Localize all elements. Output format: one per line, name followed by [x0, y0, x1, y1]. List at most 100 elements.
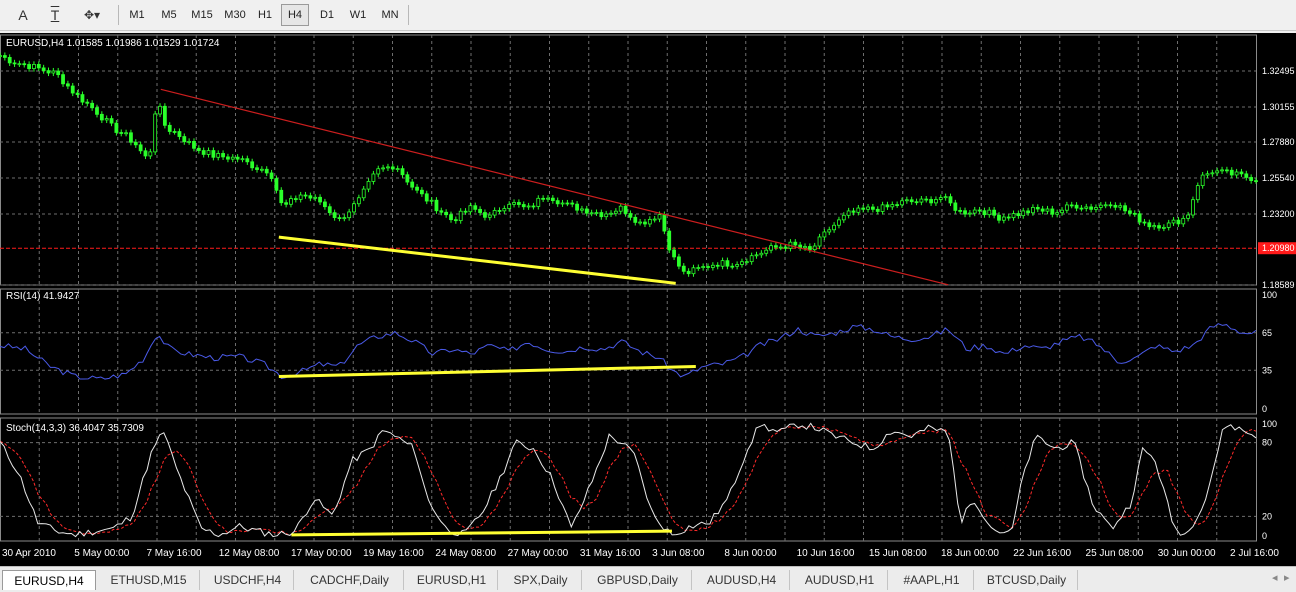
timeframe-h1-button[interactable]: H1 [252, 4, 278, 26]
tab-aapl-h1[interactable]: #AAPL,H1 [890, 570, 974, 590]
timeframe-d1-button[interactable]: D1 [313, 4, 341, 26]
candle-body [1157, 225, 1161, 229]
candle-body [934, 199, 938, 204]
candle-body [1200, 174, 1205, 187]
tab-gbpusd-daily[interactable]: GBPUSD,Daily [584, 570, 692, 590]
time-tick-label: 15 Jun 08:00 [869, 548, 927, 559]
candle-body [415, 186, 419, 191]
time-tick-label: 8 Jun 00:00 [724, 548, 777, 559]
time-tick-label: 2 Jul 16:00 [1230, 548, 1279, 559]
tab-audusd-h4[interactable]: AUDUSD,H4 [694, 570, 790, 590]
toolbar-separator [408, 5, 409, 25]
candle-body [1205, 173, 1210, 176]
candle-body [192, 141, 196, 149]
timeframe-m15-button[interactable]: M15 [186, 4, 218, 26]
candle-body [1161, 226, 1166, 229]
candle-body [1132, 212, 1137, 215]
current-price-label: 1.20980 [1262, 243, 1295, 253]
candle-body [953, 202, 958, 211]
candle-body [1006, 216, 1011, 219]
candle-body [812, 245, 817, 251]
price-tick-label: 1.27880 [1262, 137, 1295, 147]
candle-body [1021, 210, 1026, 217]
candle-body [701, 266, 706, 268]
timeframe-h4-button[interactable]: H4 [281, 4, 309, 26]
chart-area[interactable]: EURUSD,H4 1.01585 1.01986 1.01529 1.0172… [0, 33, 1296, 566]
text-label-tool-icon[interactable]: T [42, 4, 68, 26]
candle-body [1254, 180, 1258, 183]
price-tick-label: 1.32495 [1262, 66, 1295, 76]
time-tick-label: 7 May 16:00 [146, 548, 201, 559]
candle-body [647, 218, 652, 225]
candle-body [870, 206, 875, 210]
candle-body [589, 212, 594, 215]
candle-body [298, 194, 303, 200]
timeframe-w1-button[interactable]: W1 [344, 4, 372, 26]
timeframe-m5-button[interactable]: M5 [154, 4, 184, 26]
candle-body [997, 214, 1001, 221]
tab-ethusd-m15[interactable]: ETHUSD,M15 [98, 570, 200, 590]
candle-body [1181, 217, 1186, 225]
candle-body [1055, 212, 1060, 215]
candle-body [1060, 209, 1064, 214]
tab-cadchf-daily[interactable]: CADCHF,Daily [296, 570, 404, 590]
candle-body [269, 172, 274, 179]
tab-spx-daily[interactable]: SPX,Daily [500, 570, 582, 590]
candle-body [774, 245, 778, 248]
tab-scroll-left-button[interactable]: ◂ [1272, 571, 1278, 584]
candle-body [0, 55, 2, 57]
candle-body [866, 206, 870, 210]
candle-body [531, 205, 536, 208]
candle-body [575, 203, 579, 211]
time-tick-label: 25 Jun 08:00 [1086, 548, 1144, 559]
timeframe-mn-button[interactable]: MN [376, 4, 404, 26]
candle-body [148, 151, 153, 157]
candle-body [124, 132, 128, 135]
candle-body [444, 211, 449, 216]
draw-shapes-tool-icon[interactable]: ✥▾ [74, 4, 110, 26]
candle-body [885, 204, 890, 208]
candle-body [914, 201, 919, 204]
tab-audusd-h1[interactable]: AUDUSD,H1 [792, 570, 888, 590]
candle-body [667, 230, 672, 251]
candle-body [982, 210, 987, 216]
timeframe-m1-button[interactable]: M1 [122, 4, 152, 26]
time-tick-label: 5 May 00:00 [74, 548, 129, 559]
candle-body [172, 131, 177, 133]
candle-body [846, 210, 851, 216]
candle-body [1215, 170, 1220, 174]
candle-body [143, 150, 148, 157]
candle-body [12, 62, 17, 65]
candle-body [817, 236, 822, 247]
time-tick-label: 24 May 08:00 [435, 548, 496, 559]
candle-body [783, 246, 788, 249]
tab-usdchf-h4[interactable]: USDCHF,H4 [202, 570, 294, 590]
candle-body [99, 113, 104, 121]
candle-body [895, 204, 900, 206]
candle-body [507, 203, 512, 209]
candle-body [958, 209, 963, 212]
candle-body [1103, 204, 1108, 207]
tab-btcusd-daily[interactable]: BTCUSD,Daily [976, 570, 1078, 590]
candle-body [1001, 216, 1006, 221]
candle-body [599, 212, 604, 218]
candle-body [332, 212, 337, 218]
candle-body [1234, 171, 1239, 176]
candle-body [1123, 205, 1127, 212]
candle-body [303, 194, 308, 197]
candle-body [594, 212, 599, 214]
tab-scroll-right-button[interactable]: ▸ [1284, 571, 1290, 584]
candle-body [1191, 199, 1195, 216]
timeframe-m30-button[interactable]: M30 [219, 4, 251, 26]
tab-eurusd-h4[interactable]: EURUSD,H4 [2, 570, 96, 590]
candle-body [861, 207, 866, 210]
candle-body [725, 260, 730, 267]
candle-body [880, 204, 885, 212]
candle-body [924, 198, 929, 201]
candle-body [1137, 213, 1142, 223]
candle-body [162, 105, 167, 126]
text-tool-icon[interactable]: A [10, 4, 36, 26]
tab-eurusd-h1[interactable]: EURUSD,H1 [406, 570, 498, 590]
candle-body [691, 267, 696, 275]
candle-body [764, 249, 769, 254]
